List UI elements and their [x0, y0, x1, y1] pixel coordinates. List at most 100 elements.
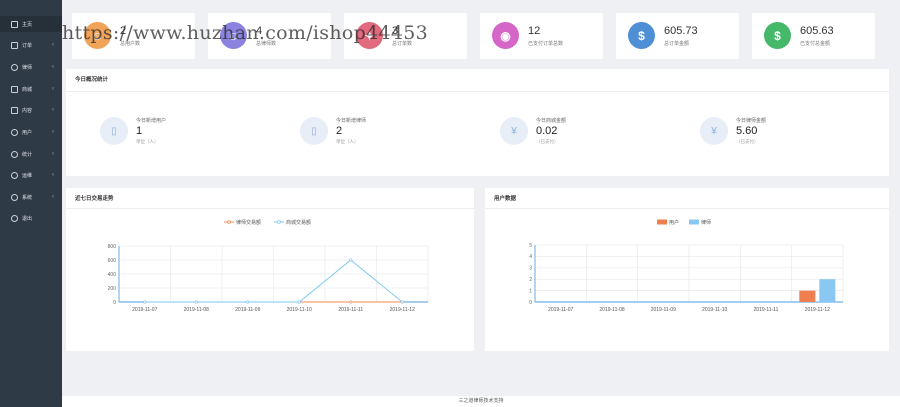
- chevron-left-icon: ‹: [52, 172, 54, 178]
- legend-swatch: [689, 219, 699, 225]
- bar-chart: 0 1 2 3 4 5 2019-11-07 2019-11-08 2019-11-09 2019…: [529, 219, 844, 313]
- chevron-left-icon: ‹: [52, 107, 54, 113]
- sidebar-item-orders[interactable]: 订单 ‹: [0, 37, 62, 53]
- x-tick-label: 2019-11-08: [184, 307, 209, 313]
- line-chart: 0 200 400 600 800 2019-11-07 2019-11-08 2019-11…: [108, 219, 429, 313]
- legend-label: 商城交易额: [286, 219, 311, 226]
- x-tick-label: 2019-11-08: [599, 307, 624, 313]
- x-tick-label: 2019-11-07: [132, 307, 157, 313]
- stat-title: 今日律师金额: [736, 118, 767, 124]
- chevron-left-icon: ‹: [52, 151, 54, 157]
- refresh-icon: [11, 214, 18, 222]
- legend-swatch: [657, 219, 667, 225]
- stat-value: 12: [528, 25, 541, 37]
- sidebar-item-stats[interactable]: 统计 ‹: [0, 146, 62, 162]
- legend-marker: [277, 220, 281, 224]
- data-point: [246, 300, 250, 304]
- chevron-left-icon: ‹: [52, 194, 54, 200]
- stat-unit: 单位（人）: [136, 139, 159, 144]
- stat-label: 已支付订单总数: [528, 41, 564, 47]
- user-circle-icon: [11, 63, 18, 71]
- chart-icon: ◉: [492, 22, 519, 49]
- sidebar-item-content[interactable]: 内容 ‹: [0, 102, 62, 118]
- data-point: [349, 258, 353, 262]
- stat-value: 5.60: [736, 125, 758, 137]
- y-tick-label: 200: [108, 286, 117, 292]
- x-tick-label: 2019-11-09: [235, 307, 260, 313]
- panel-title: 今日概况统计: [75, 77, 109, 83]
- stat-title: 今日商城金额: [536, 118, 567, 124]
- sidebar-item-logout[interactable]: 退出: [0, 210, 62, 226]
- legend-label: 用户: [669, 219, 679, 226]
- yen-icon: ¥: [700, 117, 728, 145]
- y-tick-label: 800: [108, 244, 117, 250]
- user-plus-icon: ▯: [100, 117, 128, 145]
- money-bag-icon: $: [628, 22, 655, 49]
- sidebar-item-ops[interactable]: 运维 ‹: [0, 167, 62, 183]
- sidebar-item-mall[interactable]: 商城 ‹: [0, 81, 62, 97]
- stat-value: 605.63: [800, 25, 834, 37]
- data-point: [194, 300, 198, 304]
- stat-unit: （已支付）: [536, 139, 559, 144]
- stat-card-paid-orders: ◉ 12 已支付订单总数: [480, 13, 603, 59]
- data-point: [297, 300, 301, 304]
- sidebar-item-lawyers[interactable]: 律师 ‹: [0, 59, 62, 75]
- divider: [66, 91, 889, 92]
- today-overview-panel: 今日概况统计 ▯ 今日新增用户 1 单位（人） ▯ 今日新增律师 2 单位（人）…: [66, 69, 889, 176]
- stat-unit: （已支付）: [736, 139, 759, 144]
- x-tick-label: 2019-11-09: [651, 307, 676, 313]
- x-tick-label: 2019-11-10: [287, 307, 312, 313]
- pie-icon: [11, 150, 18, 158]
- y-tick-label: 4: [529, 254, 532, 260]
- watermark-text: https://www.huzhan.com/ishop44453: [62, 22, 429, 44]
- y-tick-label: 5: [529, 243, 532, 249]
- sidebar-item-label: 用户: [22, 129, 33, 136]
- y-tick-label: 0: [529, 300, 532, 306]
- y-tick-label: 400: [108, 272, 117, 278]
- user-icon: [11, 128, 18, 136]
- x-tick-label: 2019-11-12: [390, 307, 415, 313]
- x-tick-label: 2019-11-11: [754, 307, 779, 313]
- x-tick-label: 2019-11-12: [805, 307, 830, 313]
- chevron-left-icon: ‹: [52, 64, 54, 70]
- data-point: [400, 300, 404, 304]
- stat-label: 已支付总金额: [800, 41, 831, 47]
- list-icon: [11, 41, 18, 49]
- data-point: [143, 300, 147, 304]
- sidebar-item-home[interactable]: 主页: [0, 16, 62, 32]
- y-tick-label: 2: [529, 277, 532, 283]
- sidebar-item-label: 统计: [22, 151, 33, 158]
- stat-value: 2: [336, 125, 343, 137]
- sidebar-item-label: 主页: [22, 21, 33, 28]
- chevron-left-icon: ‹: [52, 86, 54, 92]
- stat-card-order-amount: $ 605.73 总订单金额: [616, 13, 739, 59]
- sidebar-item-label: 订单: [22, 42, 33, 49]
- y-tick-label: 1: [529, 288, 532, 294]
- x-tick-label: 2019-11-07: [548, 307, 573, 313]
- wrench-icon: [11, 85, 18, 93]
- sidebar-item-users[interactable]: 用户 ‹: [0, 124, 62, 140]
- sidebar-item-label: 退出: [22, 215, 33, 222]
- bar: [819, 279, 836, 302]
- trend-chart-panel: 近七日交易走势 0 200 400 600 800 2019-11-07 2019-11-0…: [66, 188, 474, 351]
- gear-icon: [11, 193, 18, 201]
- sidebar-item-system[interactable]: 系统 ‹: [0, 189, 62, 205]
- y-tick-label: 600: [108, 258, 117, 264]
- wallet-icon: $: [764, 22, 791, 49]
- x-tick-label: 2019-11-11: [338, 307, 363, 313]
- user-chart-panel: 用户数据 0 1 2 3 4 5 2019-11-07 2019-11-08 2019-11-0…: [485, 188, 889, 351]
- stat-label: 总订单金额: [664, 41, 690, 47]
- user-plus-icon: ▯: [300, 117, 328, 145]
- yen-icon: ¥: [500, 117, 528, 145]
- sidebar-item-label: 商城: [22, 86, 33, 93]
- globe-icon: [11, 171, 18, 179]
- stat-value: 0.02: [536, 125, 558, 137]
- sidebar-item-label: 内容: [22, 107, 33, 114]
- sidebar-item-label: 运维: [22, 172, 33, 179]
- chevron-left-icon: ‹: [52, 129, 54, 135]
- stat-unit: 单位（人）: [336, 139, 359, 144]
- sidebar-item-label: 系统: [22, 194, 33, 201]
- sidebar: 主页 订单 ‹ 律师 ‹ 商城 ‹ 内容 ‹ 用户 ‹ 统计 ‹ 运维 ‹ 系统 ‹ 退出: [0, 0, 62, 407]
- stat-title: 今日新增律师: [336, 118, 367, 124]
- legend-marker: [227, 220, 231, 224]
